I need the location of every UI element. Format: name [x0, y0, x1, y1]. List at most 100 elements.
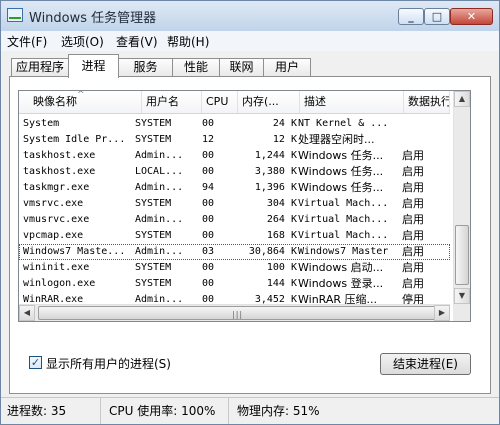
- process-row[interactable]: Windows7 Maste... Admin... 03 30,864 K Windo…: [19, 244, 450, 260]
- tab-processes[interactable]: 进程: [68, 54, 119, 78]
- menu-options[interactable]: 选项(O): [61, 33, 104, 50]
- status-bar: 进程数: 35 CPU 使用率: 100% 物理内存: 51%: [1, 397, 499, 424]
- cell-cpu: 12: [202, 134, 215, 145]
- cell-memory: 304 K: [266, 198, 297, 209]
- cell-dep: 启用: [402, 149, 424, 162]
- cell-dep: 启用: [402, 245, 424, 258]
- title-bar[interactable]: Windows 任务管理器 _ □ ✕: [1, 1, 499, 31]
- cell-memory: 264 K: [266, 214, 297, 225]
- tab-networking[interactable]: 联网: [219, 58, 264, 77]
- cell-image-name: System: [23, 118, 60, 129]
- cell-image-name: vmsrvc.exe: [23, 198, 84, 209]
- close-button[interactable]: ✕: [450, 8, 493, 25]
- process-row[interactable]: System SYSTEM 00 24 K NT Kernel & ...: [19, 116, 450, 132]
- vertical-scroll-thumb[interactable]: [455, 225, 469, 285]
- cell-description: Windows 任务...: [298, 149, 384, 162]
- cell-user-name: Admin...: [135, 182, 184, 193]
- column-image-name[interactable]: ^ 映像名称: [19, 91, 142, 113]
- scroll-up-icon[interactable]: ▲: [454, 91, 470, 107]
- status-process-count: 进程数: 35: [1, 398, 101, 424]
- menu-help[interactable]: 帮助(H): [167, 33, 209, 50]
- cell-description: Windows 任务...: [298, 165, 384, 178]
- horizontal-scroll-thumb[interactable]: |||: [38, 306, 436, 320]
- process-row[interactable]: vmusrvc.exe Admin... 00 264 K Virtual Mach..…: [19, 212, 450, 228]
- process-row[interactable]: System Idle Pr... SYSTEM 12 12 K 处理器空闲时...: [19, 132, 450, 148]
- client-area: 应用程序 进程 服务 性能 联网 用户 ^ 映像名称 用户名 CPU 内存(..…: [1, 51, 499, 397]
- cell-user-name: SYSTEM: [135, 262, 172, 273]
- cell-cpu: 00: [202, 150, 215, 161]
- column-description[interactable]: 描述: [300, 91, 404, 113]
- column-dep[interactable]: 数据执行: [404, 91, 450, 113]
- cell-user-name: Admin...: [135, 246, 184, 257]
- cell-cpu: 00: [202, 214, 215, 225]
- cell-image-name: wininit.exe: [23, 262, 90, 273]
- cell-image-name: vpcmap.exe: [23, 230, 84, 241]
- show-all-users-label[interactable]: 显示所有用户的进程(S): [46, 355, 171, 372]
- cell-dep: [402, 116, 442, 132]
- cell-description: Windows7 Master: [298, 246, 389, 257]
- cell-user-name: SYSTEM: [135, 118, 172, 129]
- cell-user-name: SYSTEM: [135, 198, 172, 209]
- cell-user-name: Admin...: [135, 150, 184, 161]
- process-row[interactable]: wininit.exe SYSTEM 00 100 K Windows 启动... 启用: [19, 260, 450, 276]
- cell-cpu: 03: [202, 246, 215, 257]
- cell-cpu: 94: [202, 182, 215, 193]
- maximize-icon: □: [431, 10, 443, 23]
- close-icon: ✕: [466, 10, 477, 23]
- process-row[interactable]: taskhost.exe LOCAL... 00 3,380 K Windows 任务.…: [19, 164, 450, 180]
- vertical-scrollbar[interactable]: ▲ ▼: [453, 91, 470, 304]
- process-row[interactable]: winlogon.exe SYSTEM 00 144 K Windows 登录... 启用: [19, 276, 450, 292]
- cell-image-name: vmusrvc.exe: [23, 214, 90, 225]
- cell-cpu: 00: [202, 278, 215, 289]
- process-row[interactable]: taskmgr.exe Admin... 94 1,396 K Windows 任务..…: [19, 180, 450, 196]
- cell-description: Virtual Mach...: [298, 198, 389, 209]
- cell-dep: 启用: [402, 165, 424, 178]
- scroll-right-icon[interactable]: ▶: [434, 305, 450, 321]
- cell-image-name: winlogon.exe: [23, 278, 96, 289]
- process-row[interactable]: vmsrvc.exe SYSTEM 00 304 K Virtual Mach... 启用: [19, 196, 450, 212]
- menu-bar: 文件(F) 选项(O) 查看(V) 帮助(H): [1, 31, 499, 51]
- cell-image-name: taskhost.exe: [23, 166, 96, 177]
- tab-services[interactable]: 服务: [118, 58, 173, 77]
- cell-image-name: System Idle Pr...: [23, 134, 126, 145]
- cell-dep: 启用: [402, 213, 424, 226]
- tab-applications[interactable]: 应用程序: [11, 58, 69, 77]
- process-list[interactable]: ^ 映像名称 用户名 CPU 内存(... 描述 数据执行 System SYST…: [18, 90, 471, 322]
- menu-view[interactable]: 查看(V): [116, 33, 158, 50]
- grip-icon: |||: [232, 310, 244, 319]
- column-cpu[interactable]: CPU: [202, 91, 238, 113]
- cell-memory: 30,864 K: [248, 246, 297, 257]
- cell-cpu: 00: [202, 198, 215, 209]
- column-user-name[interactable]: 用户名: [142, 91, 202, 113]
- column-memory[interactable]: 内存(...: [238, 91, 300, 113]
- cell-memory: 24 K: [272, 118, 297, 129]
- scroll-down-icon[interactable]: ▼: [454, 288, 470, 304]
- minimize-icon: _: [408, 10, 414, 23]
- process-row[interactable]: vpcmap.exe SYSTEM 00 168 K Virtual Mach... 启用: [19, 228, 450, 244]
- cell-user-name: Admin...: [135, 214, 184, 225]
- cell-description: 处理器空闲时...: [298, 133, 375, 146]
- minimize-button[interactable]: _: [398, 8, 424, 25]
- end-process-button[interactable]: 结束进程(E): [380, 353, 471, 375]
- show-all-users-checkbox[interactable]: ✓: [29, 356, 42, 369]
- cell-cpu: 00: [202, 166, 215, 177]
- cell-dep: 启用: [402, 277, 424, 290]
- window-title: Windows 任务管理器: [29, 11, 157, 26]
- horizontal-scrollbar[interactable]: ◀ ||| ▶: [19, 304, 450, 321]
- cell-image-name: Windows7 Maste...: [23, 246, 126, 257]
- scroll-left-icon[interactable]: ◀: [19, 305, 35, 321]
- cell-memory: 3,380 K: [254, 166, 297, 177]
- cell-cpu: 00: [202, 118, 215, 129]
- process-row[interactable]: taskhost.exe Admin... 00 1,244 K Windows 任务.…: [19, 148, 450, 164]
- maximize-button[interactable]: □: [424, 8, 450, 25]
- cell-image-name: taskhost.exe: [23, 150, 96, 161]
- cell-dep: 启用: [402, 261, 424, 274]
- tab-users[interactable]: 用户: [263, 58, 311, 77]
- cell-cpu: 00: [202, 230, 215, 241]
- cell-cpu: 00: [202, 262, 215, 273]
- menu-file[interactable]: 文件(F): [7, 33, 47, 50]
- scrollbar-corner: [453, 304, 470, 321]
- cell-memory: 100 K: [266, 262, 297, 273]
- tab-performance[interactable]: 性能: [172, 58, 220, 77]
- list-header: ^ 映像名称 用户名 CPU 内存(... 描述 数据执行: [19, 91, 450, 114]
